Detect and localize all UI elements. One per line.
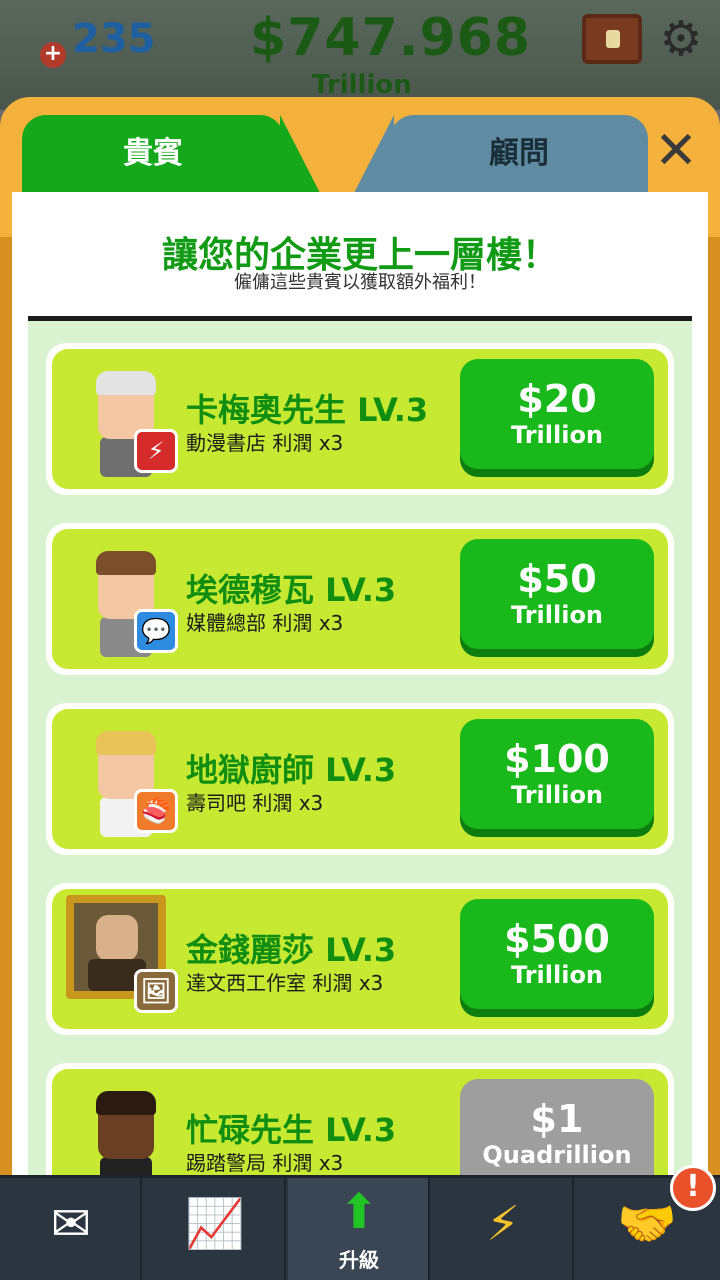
hire-button[interactable]: $1 Quadrillion	[460, 1079, 654, 1189]
close-icon[interactable]: ✕	[650, 125, 702, 179]
hire-price: $500	[504, 917, 610, 961]
vip-card: ⚡ 卡梅奧先生 LV.3 動漫書店 利潤 x3 $20 Trillion	[46, 343, 674, 495]
nav-upgrade[interactable]: ⬆ 升級	[288, 1178, 430, 1280]
top-hud: + 235 $747.968 Trillion ⚙	[0, 0, 720, 110]
nav-mail[interactable]: ✉	[0, 1178, 142, 1280]
hire-unit: Trillion	[510, 601, 604, 629]
lightning-comic-icon: ⚡	[134, 429, 178, 473]
vip-business: 動漫書店 利潤 x3	[186, 431, 344, 455]
hire-unit: Trillion	[510, 961, 604, 989]
vip-business: 達文西工作室 利潤 x3	[186, 971, 384, 995]
vip-card: 🖼 金錢麗莎 LV.3 達文西工作室 利潤 x3 $500 Trillion	[46, 883, 674, 1035]
hire-price: $100	[504, 737, 610, 781]
painting-easel-icon: 🖼	[134, 969, 178, 1013]
hire-price: $20	[517, 377, 597, 421]
vip-list[interactable]: ⚡ 卡梅奧先生 LV.3 動漫書店 利潤 x3 $20 Trillion 💬 埃…	[28, 316, 692, 1196]
vip-name: 地獄廚師 LV.3	[186, 751, 397, 789]
vip-name: 金錢麗莎 LV.3	[186, 931, 397, 969]
lightning-boost-icon: ⚡	[486, 1196, 520, 1252]
hire-button[interactable]: $500 Trillion	[460, 899, 654, 1009]
tab-vip[interactable]: 貴賓	[22, 115, 320, 193]
vip-panel: 讓您的企業更上一層樓！ 僱傭這些貴賓以獲取額外福利！ ⚡ 卡梅奧先生 LV.3 …	[12, 192, 708, 1196]
hire-unit: Trillion	[510, 781, 604, 809]
vip-card: 🍣 地獄廚師 LV.3 壽司吧 利潤 x3 $100 Trillion	[46, 703, 674, 855]
nav-stats[interactable]: 📈	[144, 1178, 286, 1280]
add-level-icon[interactable]: +	[40, 42, 66, 68]
vip-business: 媒體總部 利潤 x3	[186, 611, 344, 635]
hire-unit: Quadrillion	[482, 1141, 632, 1169]
sushi-icon: 🍣	[134, 789, 178, 833]
vip-business: 踢踏警局 利潤 x3	[186, 1151, 344, 1175]
tab-advisor[interactable]: 顧問	[354, 115, 648, 193]
hire-button[interactable]: $100 Trillion	[460, 719, 654, 829]
upgrade-arrow-icon: ⬆	[338, 1184, 380, 1240]
vip-business: 壽司吧 利潤 x3	[186, 791, 324, 815]
chat-bubble-icon: 💬	[134, 609, 178, 653]
presentation-chart-icon: 📈	[185, 1196, 245, 1252]
nav-upgrade-label: 升級	[339, 1248, 379, 1272]
vip-name: 忙碌先生 LV.3	[186, 1111, 397, 1149]
handshake-icon: 🤝	[617, 1196, 677, 1252]
vip-name: 卡梅奧先生 LV.3	[186, 391, 429, 429]
hire-button[interactable]: $50 Trillion	[460, 539, 654, 649]
bottom-nav: ✉ 📈 ⬆ 升級 ⚡ 🤝	[0, 1175, 720, 1280]
vip-modal: 貴賓 顧問 ✕ 讓您的企業更上一層樓！ 僱傭這些貴賓以獲取額外福利！ ⚡ 卡梅奧…	[0, 97, 720, 1196]
money-amount: $747.968	[250, 8, 532, 68]
hire-unit: Trillion	[510, 421, 604, 449]
gear-icon[interactable]: ⚙	[656, 14, 706, 64]
hire-button[interactable]: $20 Trillion	[460, 359, 654, 469]
hire-price: $50	[517, 557, 597, 601]
page-subtitle: 僱傭這些貴賓以獲取額外福利！	[234, 272, 486, 293]
vip-card: 💬 埃德穆瓦 LV.3 媒體總部 利潤 x3 $50 Trillion	[46, 523, 674, 675]
mail-user-icon: ✉	[50, 1196, 92, 1252]
hire-price: $1	[530, 1097, 584, 1141]
player-level: 235	[72, 16, 156, 62]
treasure-chest-icon[interactable]	[582, 14, 642, 64]
nav-boost[interactable]: ⚡	[432, 1178, 574, 1280]
vip-name: 埃德穆瓦 LV.3	[186, 571, 397, 609]
money-unit: Trillion	[312, 70, 412, 100]
notification-badge: !	[670, 1165, 716, 1211]
